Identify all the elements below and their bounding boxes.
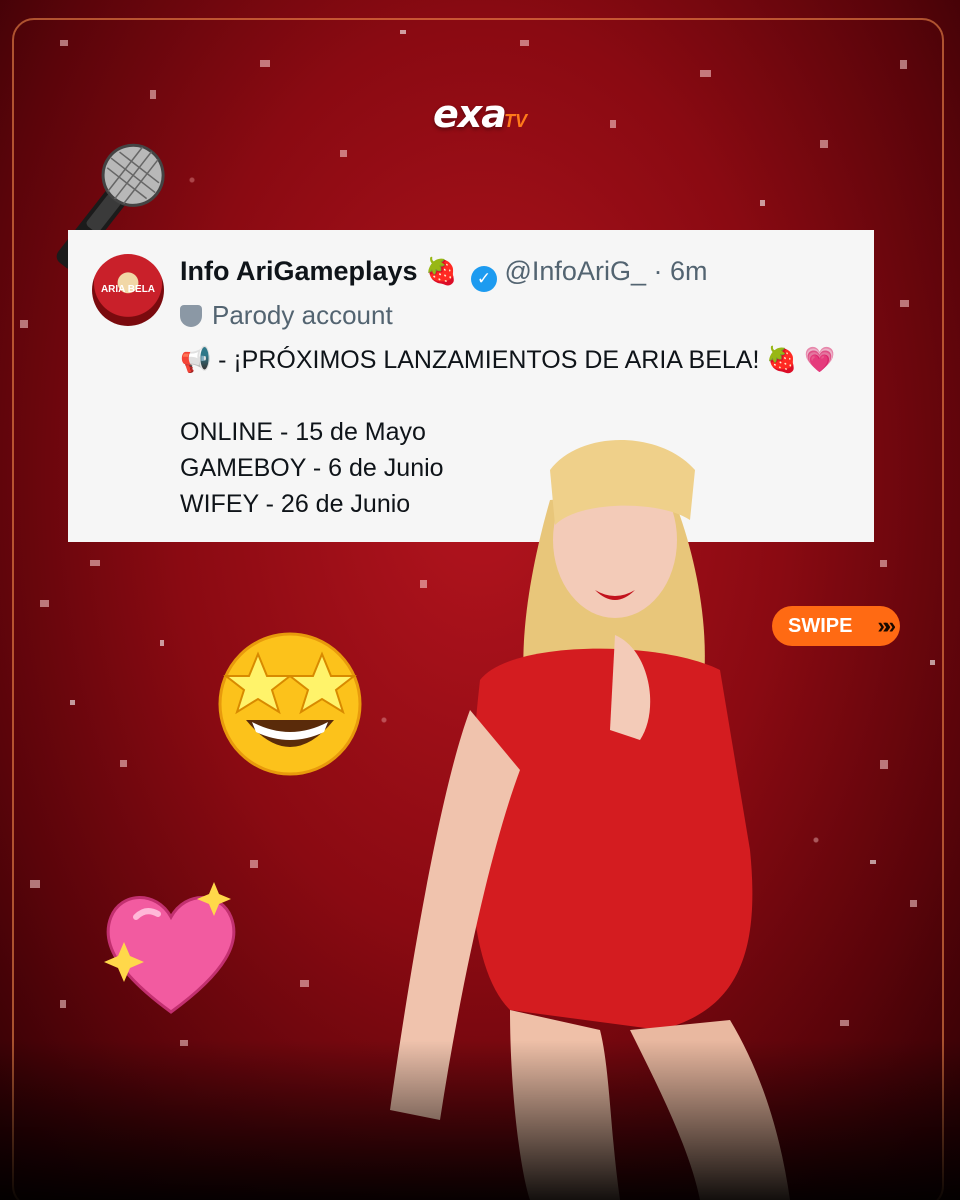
tweet-header: Info AriGameplays 🍓 ✓ @InfoAriG_ · 6m xyxy=(180,256,708,292)
logo-wordmark: exa xyxy=(433,92,507,136)
strawberry-icon: 🍓 xyxy=(425,256,458,286)
swipe-label: SWIPE xyxy=(788,615,853,637)
post-canvas: exaTV ARIA BELA Info AriGameplays 🍓 ✓ @I… xyxy=(0,0,960,1200)
double-chevron-right-icon: »» xyxy=(877,613,897,638)
logo-tv: TV xyxy=(503,111,527,131)
star-struck-emoji xyxy=(218,632,362,776)
verified-badge-icon: ✓ xyxy=(470,266,497,292)
account-handle[interactable]: @InfoAriG_ xyxy=(505,256,646,286)
avatar[interactable]: ARIA BELA xyxy=(92,254,164,326)
timestamp[interactable]: 6m xyxy=(670,256,708,286)
sparkling-heart-emoji xyxy=(104,882,236,1014)
parody-text: Parody account xyxy=(212,300,393,330)
bottom-gradient xyxy=(0,1040,960,1200)
avatar-text: ARIA BELA xyxy=(100,284,156,295)
mask-icon xyxy=(180,305,202,327)
tweet-headline: 📢 - ¡PRÓXIMOS LANZAMIENTOS DE ARIA BELA!… xyxy=(180,346,836,374)
swipe-button[interactable]: SWIPE »» xyxy=(772,606,900,646)
separator: · xyxy=(653,256,663,286)
parody-label: Parody account xyxy=(180,300,393,331)
account-name[interactable]: Info AriGameplays xyxy=(180,256,418,286)
